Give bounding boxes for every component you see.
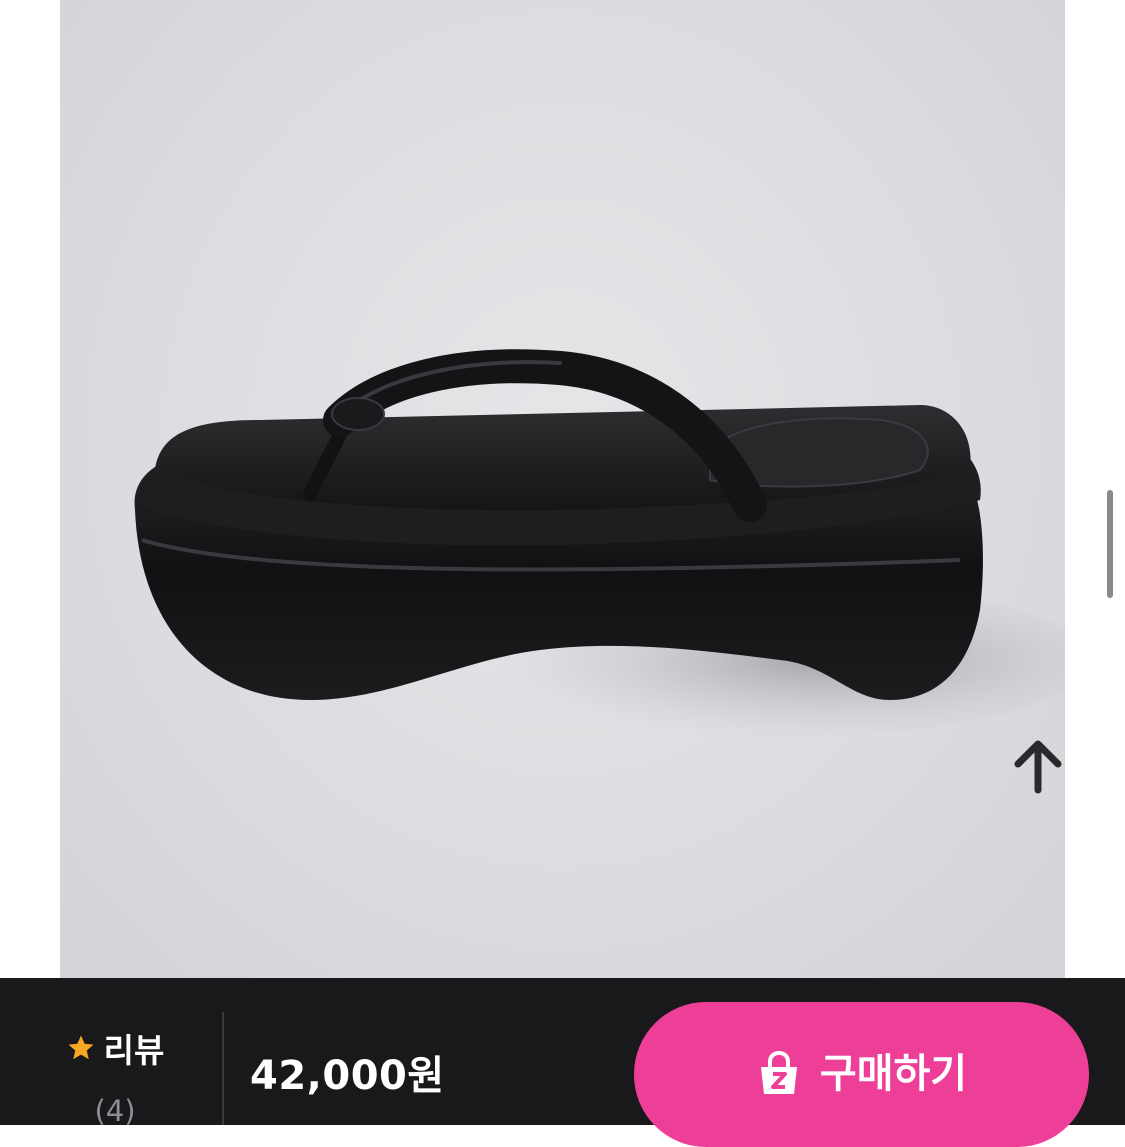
sandal-illustration <box>134 349 1065 740</box>
buy-button[interactable]: 구매하기 <box>634 1002 1089 1147</box>
product-image[interactable] <box>60 0 1065 978</box>
review-summary[interactable]: 리뷰 (4) <box>40 1024 190 1128</box>
review-count: (4) <box>94 1094 136 1128</box>
shopping-bag-lock-icon <box>760 1051 797 1094</box>
star-icon <box>68 1035 94 1060</box>
scrollbar[interactable] <box>1107 490 1113 598</box>
product-price: 42,000원 <box>250 1053 445 1099</box>
review-label: 리뷰 <box>103 1031 165 1070</box>
bar-divider <box>222 1012 224 1125</box>
buy-button-label: 구매하기 <box>819 1051 968 1097</box>
arrow-up-icon <box>1014 740 1062 794</box>
scroll-to-top-button[interactable] <box>1010 738 1066 794</box>
